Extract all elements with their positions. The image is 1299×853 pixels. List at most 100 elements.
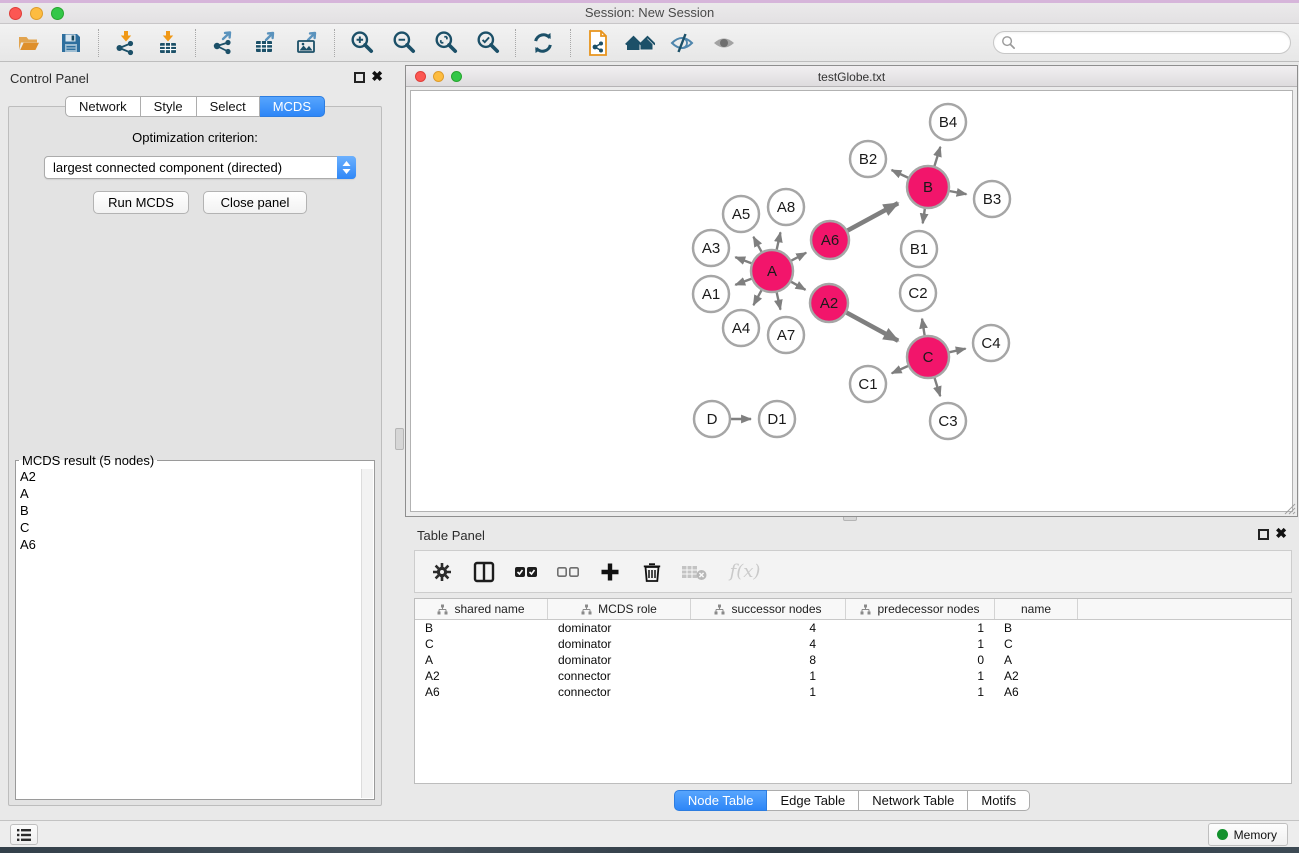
graph-edge-A6-B[interactable] bbox=[847, 203, 898, 231]
table-cell[interactable]: connector bbox=[548, 668, 691, 684]
tab-select[interactable]: Select bbox=[197, 96, 260, 117]
zoom-in-button[interactable] bbox=[341, 26, 383, 60]
graph-edge-B-B2[interactable] bbox=[892, 170, 909, 178]
zoom-selected-button[interactable] bbox=[467, 26, 509, 60]
apply-layout-button[interactable] bbox=[522, 26, 564, 60]
graph-edge-C-C4[interactable] bbox=[948, 349, 965, 353]
table-cell[interactable]: A2 bbox=[415, 668, 548, 684]
delete-column-button[interactable] bbox=[639, 559, 665, 585]
result-item-a2[interactable]: A2 bbox=[16, 468, 374, 485]
column-header-successor-nodes[interactable]: successor nodes bbox=[691, 599, 846, 619]
show-columns-button[interactable] bbox=[471, 559, 497, 585]
table-row-a6[interactable]: A6connector11A6 bbox=[415, 684, 1291, 700]
close-panel-icon[interactable]: ✖ bbox=[371, 68, 383, 85]
select-all-button[interactable] bbox=[513, 559, 539, 585]
network-window-titlebar[interactable]: testGlobe.txt bbox=[406, 66, 1297, 87]
table-cell[interactable]: 0 bbox=[846, 652, 995, 668]
column-header-shared-name[interactable]: shared name bbox=[415, 599, 548, 619]
result-item-b[interactable]: B bbox=[16, 502, 374, 519]
table-cell[interactable]: C bbox=[415, 636, 548, 652]
close-table-panel-icon[interactable]: ✖ bbox=[1275, 525, 1287, 542]
tab-network[interactable]: Network bbox=[65, 96, 141, 117]
graph-edge-A-A5[interactable] bbox=[753, 237, 762, 253]
graph-edge-A-A4[interactable] bbox=[753, 289, 762, 305]
table-cell[interactable]: 4 bbox=[691, 620, 846, 636]
run-mcds-button[interactable]: Run MCDS bbox=[93, 191, 189, 214]
tab-edge-table[interactable]: Edge Table bbox=[767, 790, 859, 811]
export-network-button[interactable] bbox=[202, 26, 244, 60]
graph-edge-B-B4[interactable] bbox=[934, 147, 940, 167]
graph-edge-A2-C[interactable] bbox=[846, 312, 898, 341]
tab-network-table[interactable]: Network Table bbox=[859, 790, 968, 811]
search-box[interactable] bbox=[993, 31, 1291, 54]
table-cell[interactable]: A bbox=[415, 652, 548, 668]
table-cell[interactable]: connector bbox=[548, 684, 691, 700]
result-scrollbar[interactable] bbox=[361, 469, 373, 798]
table-row-c[interactable]: Cdominator41C bbox=[415, 636, 1291, 652]
hide-panels-button[interactable] bbox=[661, 26, 703, 60]
import-network-button[interactable] bbox=[105, 26, 147, 60]
table-header-row[interactable]: shared nameMCDS rolesuccessor nodesprede… bbox=[415, 599, 1291, 620]
table-cell[interactable]: 1 bbox=[691, 684, 846, 700]
tab-node-table[interactable]: Node Table bbox=[674, 790, 768, 811]
result-item-c[interactable]: C bbox=[16, 519, 374, 536]
table-cell[interactable]: C bbox=[995, 636, 1078, 652]
table-cell[interactable]: B bbox=[995, 620, 1078, 636]
close-panel-button[interactable]: Close panel bbox=[203, 191, 307, 214]
zoom-fit-button[interactable] bbox=[425, 26, 467, 60]
table-cell[interactable]: 1 bbox=[691, 668, 846, 684]
table-cell[interactable]: dominator bbox=[548, 620, 691, 636]
result-item-a[interactable]: A bbox=[16, 485, 374, 502]
table-cell[interactable]: 1 bbox=[846, 620, 995, 636]
import-table-button[interactable] bbox=[147, 26, 189, 60]
save-session-button[interactable] bbox=[50, 26, 92, 60]
graph-edge-A-A2[interactable] bbox=[790, 281, 805, 290]
delete-table-button[interactable] bbox=[681, 559, 707, 585]
table-row-a2[interactable]: A2connector11A2 bbox=[415, 668, 1291, 684]
table-cell[interactable]: dominator bbox=[548, 652, 691, 668]
criterion-dropdown[interactable]: largest connected component (directed) bbox=[44, 156, 356, 179]
graph-edge-A-A8[interactable] bbox=[776, 232, 780, 250]
add-column-button[interactable] bbox=[597, 559, 623, 585]
search-input[interactable] bbox=[1016, 34, 1290, 52]
export-table-button[interactable] bbox=[244, 26, 286, 60]
table-settings-button[interactable] bbox=[429, 559, 455, 585]
vertical-splitter-handle[interactable] bbox=[395, 428, 404, 450]
table-cell[interactable]: dominator bbox=[548, 636, 691, 652]
table-cell[interactable]: A2 bbox=[995, 668, 1078, 684]
table-cell[interactable]: 4 bbox=[691, 636, 846, 652]
graph-edge-C-C1[interactable] bbox=[892, 366, 909, 374]
float-panel-icon[interactable] bbox=[354, 72, 365, 83]
result-item-a6[interactable]: A6 bbox=[16, 536, 374, 553]
graph-edge-C-C2[interactable] bbox=[922, 319, 925, 337]
table-row-b[interactable]: Bdominator41B bbox=[415, 620, 1291, 636]
graph-edge-A-A3[interactable] bbox=[735, 257, 752, 263]
graph-edge-A-A6[interactable] bbox=[791, 253, 807, 261]
graph-edge-C-C3[interactable] bbox=[934, 377, 940, 396]
table-row-a[interactable]: Adominator80A bbox=[415, 652, 1291, 668]
column-header-predecessor-nodes[interactable]: predecessor nodes bbox=[846, 599, 995, 619]
graph-edge-A-A1[interactable] bbox=[735, 278, 752, 284]
float-table-panel-icon[interactable] bbox=[1258, 529, 1269, 540]
show-panel-list-button[interactable] bbox=[10, 824, 38, 845]
graph-edge-B-B1[interactable] bbox=[923, 208, 925, 223]
show-panels-button[interactable] bbox=[703, 26, 745, 60]
graph-edge-A-A7[interactable] bbox=[776, 292, 780, 310]
table-cell[interactable]: 1 bbox=[846, 668, 995, 684]
tab-style[interactable]: Style bbox=[141, 96, 197, 117]
resize-grip-icon[interactable] bbox=[1283, 502, 1296, 515]
home-button[interactable] bbox=[619, 26, 661, 60]
function-builder-button[interactable]: f(x) bbox=[723, 559, 767, 585]
column-header-MCDS-role[interactable]: MCDS role bbox=[548, 599, 691, 619]
graph-edge-B-B3[interactable] bbox=[949, 191, 967, 194]
tab-motifs[interactable]: Motifs bbox=[968, 790, 1030, 811]
export-image-button[interactable] bbox=[286, 26, 328, 60]
table-cell[interactable]: 1 bbox=[846, 636, 995, 652]
network-canvas[interactable]: AA1A2A3A4A5A6A7A8BB1B2B3B4CC1C2C3C4DD1 bbox=[410, 90, 1293, 512]
table-cell[interactable]: A6 bbox=[995, 684, 1078, 700]
mcds-result-list[interactable]: A2ABCA6 bbox=[16, 468, 374, 553]
deselect-all-button[interactable] bbox=[555, 559, 581, 585]
network-from-file-button[interactable] bbox=[577, 26, 619, 60]
column-header-name[interactable]: name bbox=[995, 599, 1078, 619]
table-cell[interactable]: 8 bbox=[691, 652, 846, 668]
